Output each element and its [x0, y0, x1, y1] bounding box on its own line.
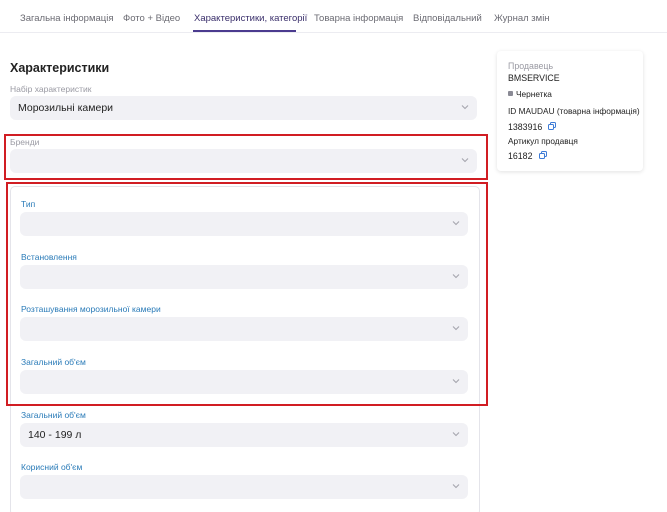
tab-general-info[interactable]: Загальна інформація	[20, 13, 113, 24]
tab-photo-video[interactable]: Фото + Відео	[123, 13, 180, 24]
copy-icon[interactable]	[548, 122, 556, 130]
chevron-down-icon	[452, 432, 460, 437]
tab-characteristics[interactable]: Характеристики, категорії	[194, 13, 307, 24]
freezer-location-label: Розташування морозильної камери	[21, 304, 161, 314]
seller-article-label: Артикул продавця	[508, 136, 578, 146]
maudau-id-value: 1383916	[508, 122, 543, 132]
freezer-location-select[interactable]	[20, 317, 468, 341]
status-text: Чернетка	[516, 89, 552, 99]
tab-responsible[interactable]: Відповідальний	[413, 13, 482, 24]
tab-change-log[interactable]: Журнал змін	[494, 13, 550, 24]
chevron-down-icon	[452, 221, 460, 226]
type-label: Тип	[21, 199, 36, 209]
useful-volume-select[interactable]	[20, 475, 468, 499]
characteristic-set-value: Морозильні камери	[18, 102, 114, 114]
tab-bar: Загальна інформація Фото + Відео Характе…	[0, 0, 667, 33]
chevron-down-icon	[461, 158, 469, 163]
active-tab-indicator	[193, 30, 296, 32]
maudau-id-label: ID MAUDAU (товарна інформація)	[508, 106, 640, 116]
chevron-down-icon	[461, 105, 469, 110]
seller-card: Продавець BMSERVICE Чернетка ID MAUDAU (…	[497, 51, 643, 171]
total-volume-label-2: Загальний об'єм	[21, 410, 86, 420]
installation-label: Встановлення	[21, 252, 77, 262]
characteristic-set-select[interactable]: Морозильні камери	[10, 96, 477, 120]
chevron-down-icon	[452, 379, 460, 384]
total-volume-select[interactable]	[20, 370, 468, 394]
copy-icon[interactable]	[539, 151, 547, 159]
status-badge: Чернетка	[508, 89, 552, 99]
seller-heading: Продавець	[508, 61, 554, 71]
chevron-down-icon	[452, 484, 460, 489]
chevron-down-icon	[452, 326, 460, 331]
total-volume-value-2: 140 - 199 л	[28, 429, 82, 441]
section-title: Характеристики	[10, 61, 110, 75]
total-volume-label: Загальний об'єм	[21, 357, 86, 367]
characteristic-set-label: Набір характеристик	[10, 84, 92, 94]
tab-product-info[interactable]: Товарна інформація	[314, 13, 403, 24]
brands-select[interactable]	[10, 149, 477, 173]
status-dot-icon	[508, 91, 513, 96]
seller-name: BMSERVICE	[508, 73, 560, 83]
brands-label: Бренди	[10, 137, 40, 147]
type-select[interactable]	[20, 212, 468, 236]
total-volume-select-2[interactable]: 140 - 199 л	[20, 423, 468, 447]
seller-article-value: 16182	[508, 151, 533, 161]
chevron-down-icon	[452, 274, 460, 279]
installation-select[interactable]	[20, 265, 468, 289]
useful-volume-label: Корисний об'єм	[21, 462, 83, 472]
